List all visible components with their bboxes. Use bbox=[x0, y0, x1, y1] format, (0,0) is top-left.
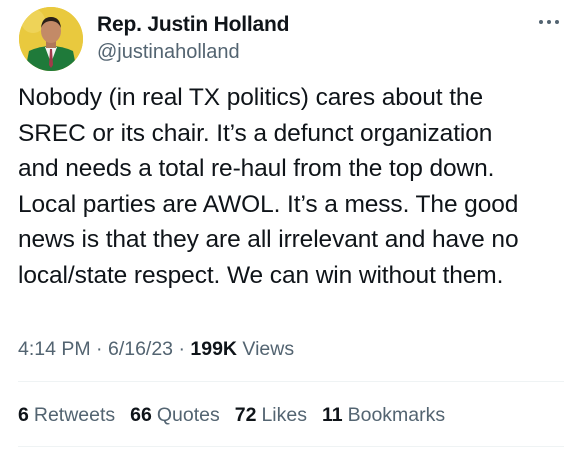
tweet-text-line: news is that they are all irrelevant and… bbox=[18, 226, 519, 253]
tweet-meta: 4:14 PM · 6/16/23 · 199K Views bbox=[18, 338, 294, 361]
tweet-text: Nobody (in real TX politics) cares about… bbox=[18, 80, 574, 293]
likes-count: 72 bbox=[234, 404, 257, 426]
engagement-stats: 6 Retweets 66 Quotes 72 Likes 11 Bookmarks bbox=[18, 404, 445, 427]
likes-label: Likes bbox=[261, 404, 307, 426]
tweet-text-line: SREC or its chair. It’s a defunct organi… bbox=[18, 119, 493, 147]
tweet-text-line: local/state respect. We can win without … bbox=[18, 261, 504, 289]
bookmarks-link[interactable]: 11 Bookmarks bbox=[322, 404, 445, 427]
more-dot bbox=[555, 20, 559, 24]
avatar-image bbox=[19, 7, 83, 71]
retweets-count: 6 bbox=[18, 404, 29, 426]
retweets-label: Retweets bbox=[33, 404, 116, 426]
divider bbox=[18, 381, 564, 382]
avatar[interactable] bbox=[19, 7, 83, 71]
likes-link[interactable]: 72 Likes bbox=[235, 404, 307, 427]
tweet: Rep. Justin Holland @justinaholland Nobo… bbox=[0, 0, 582, 451]
meta-separator: · bbox=[173, 338, 191, 360]
tweet-text-line: Nobody (in real TX politics) cares about… bbox=[18, 84, 483, 111]
bookmarks-label: Bookmarks bbox=[347, 404, 446, 426]
tweet-text-line: Local parties are AWOL. It’s a mess. The… bbox=[18, 190, 519, 218]
author-name[interactable]: Rep. Justin Holland bbox=[97, 13, 289, 37]
tweet-date[interactable]: 6/16/23 bbox=[108, 338, 173, 360]
more-options-icon[interactable] bbox=[539, 17, 565, 27]
tweet-time[interactable]: 4:14 PM bbox=[18, 338, 91, 360]
retweets-link[interactable]: 6 Retweets bbox=[18, 404, 115, 427]
views-count: 199K bbox=[190, 338, 237, 360]
quotes-label: Quotes bbox=[156, 404, 220, 426]
meta-separator: · bbox=[90, 338, 108, 360]
bookmarks-count: 11 bbox=[321, 404, 343, 426]
more-dot bbox=[547, 20, 551, 24]
tweet-text-line: and needs a total re-haul from the top d… bbox=[18, 155, 495, 182]
more-dot bbox=[539, 20, 543, 24]
views-label: Views bbox=[237, 338, 295, 360]
author-handle[interactable]: @justinaholland bbox=[97, 41, 240, 64]
quotes-count: 66 bbox=[130, 404, 152, 426]
quotes-link[interactable]: 66 Quotes bbox=[130, 404, 220, 427]
divider bbox=[18, 446, 564, 447]
